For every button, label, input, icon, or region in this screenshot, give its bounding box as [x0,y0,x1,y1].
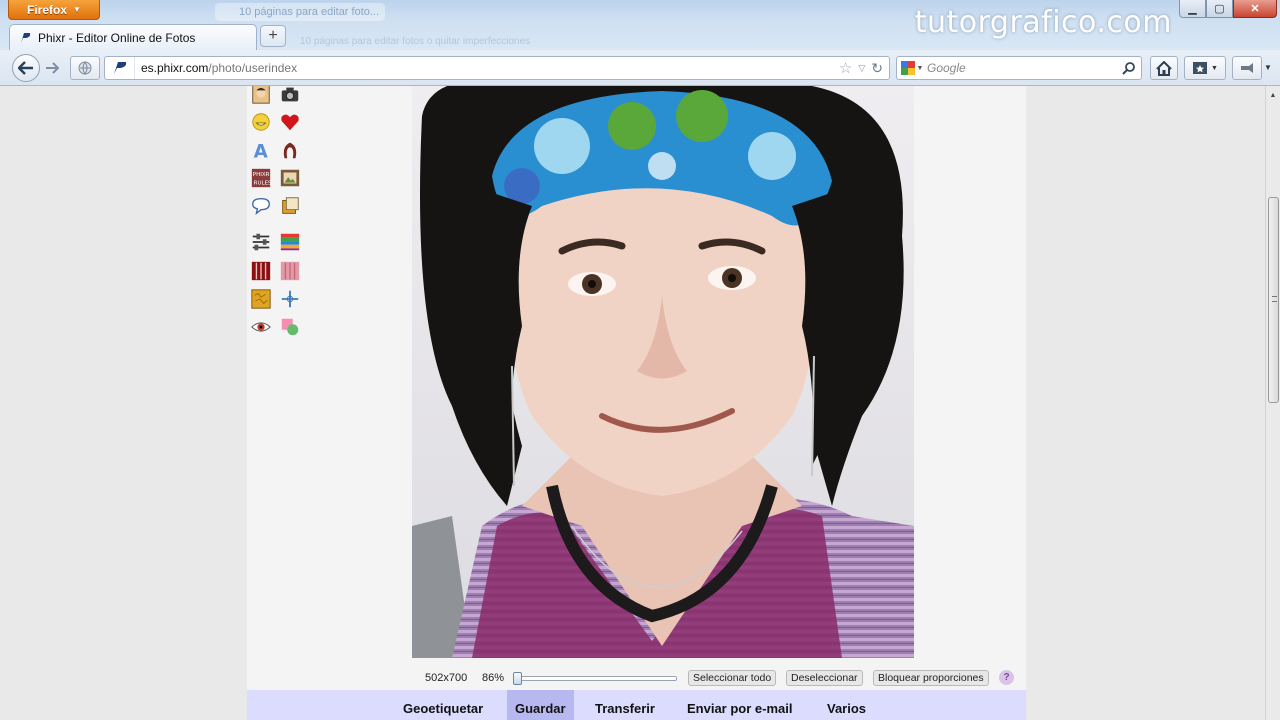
search-input[interactable]: Google [927,61,1117,75]
camera-tool-icon[interactable] [278,86,302,106]
reload-icon[interactable]: ↻ [871,60,883,77]
adjust-sliders-tool-icon[interactable] [249,230,273,254]
smiley-tool-icon[interactable] [249,110,273,134]
chevron-down-icon: ▼ [73,5,81,14]
bars-filter-tool-icon[interactable] [249,259,273,283]
watermark: tutorgrafico.com [914,5,1172,40]
picture-frame-tool-icon[interactable] [278,166,302,190]
minimize-icon: ▁ [1188,3,1197,15]
background-tab[interactable]: 10 páginas para editar foto... [215,3,385,21]
web-page: A PHIXR RULES 502x700 86% Seleccionar to… [0,86,1265,720]
crosshair-tool-icon[interactable] [278,287,302,311]
search-engine-selector[interactable]: ▼ [897,61,927,75]
minimize-button[interactable]: ▁ [1179,0,1206,18]
portrait-photo [412,86,914,658]
new-tab-button[interactable]: + [260,25,286,47]
color-stripes-tool-icon[interactable] [278,230,302,254]
background-tab-title: 10 páginas para editar foto... [239,6,380,18]
home-icon [1156,60,1172,76]
phixr-rules-tool-icon[interactable]: PHIXR RULES [249,166,273,190]
site-identity-button[interactable] [70,56,100,80]
shapes-tool-icon[interactable] [278,315,302,339]
face-tool-icon[interactable] [249,86,273,106]
menu-email[interactable]: Enviar por e-mail [687,690,792,720]
maximize-button[interactable]: ▢ [1206,0,1233,18]
zoom-percent: 86% [482,672,505,684]
select-all-button[interactable]: Seleccionar todo [688,670,777,686]
phixr-favicon-icon [18,31,32,45]
puzzle-icon [1241,63,1253,73]
pink-bars-filter-tool-icon[interactable] [278,259,302,283]
zoom-slider[interactable] [513,672,677,685]
back-button[interactable] [12,54,40,82]
scroll-up-icon[interactable]: ▲ [1266,88,1280,102]
speech-bubble-tool-icon[interactable] [249,194,273,218]
photo-canvas[interactable] [412,86,914,658]
forward-button[interactable] [40,58,64,78]
deselect-button[interactable]: Deseleccionar [786,670,863,686]
globe-icon [78,61,92,75]
svg-text:PHIXR: PHIXR [253,172,270,178]
search-bar[interactable]: ▼ Google [896,56,1142,80]
tab-title: Phixr - Editor Online de Fotos [38,31,196,45]
svg-text:RULES: RULES [254,180,272,186]
hair-tool-icon[interactable] [278,138,302,162]
zoom-controls: 502x700 86% Seleccionar todo Deseleccion… [247,668,1026,688]
search-icon[interactable] [1117,61,1141,75]
forward-arrow-icon [46,62,59,74]
bookmark-star-icon[interactable]: ☆ [839,59,852,77]
menu-save[interactable]: Guardar [507,690,574,720]
page-scrollbar[interactable]: ▲ [1265,86,1280,720]
back-arrow-icon [18,61,33,75]
plus-icon: + [268,27,278,44]
phixr-editor: A PHIXR RULES 502x700 86% Seleccionar to… [247,86,1026,720]
heart-tool-icon[interactable] [278,110,302,134]
zoom-slider-handle[interactable] [513,672,522,685]
editor-menu-bar: Geoetiquetar Guardar Transferir Enviar p… [247,690,1026,720]
navigation-toolbar: es.phixr.com/photo/userindex ☆ ▽ ↻ ▼ Goo… [0,50,1280,86]
chevron-down-icon: ▼ [1211,64,1218,72]
home-button[interactable] [1150,56,1178,80]
url-dropdown-icon[interactable]: ▽ [858,63,865,74]
bookmarks-button[interactable]: ▼ [1184,56,1226,80]
phixr-site-icon [105,57,135,79]
toolbar-overflow-button[interactable]: ▼ [1264,63,1272,72]
red-eye-tool-icon[interactable] [249,315,273,339]
url-domain: es.phixr.com [141,61,209,75]
close-icon: ✕ [1250,3,1260,15]
bookmarks-icon [1193,62,1208,74]
url-path: /photo/userindex [208,61,298,75]
lock-proportions-button[interactable]: Bloquear proporciones [873,670,989,686]
menu-transfer[interactable]: Transferir [595,690,655,720]
menu-geotag[interactable]: Geoetiquetar [403,690,483,720]
texture-tool-icon[interactable] [249,287,273,311]
close-window-button[interactable]: ✕ [1233,0,1277,18]
title-bar: Firefox ▼ 10 páginas para editar foto...… [0,0,1280,51]
menu-misc[interactable]: Varios [827,690,866,720]
background-tab-subtitle: 10 páginas para editar fotos o quitar im… [300,36,531,47]
chevron-down-icon: ▼ [916,64,924,72]
address-bar[interactable]: es.phixr.com/photo/userindex ☆ ▽ ↻ [104,56,890,80]
layers-tool-icon[interactable] [278,194,302,218]
firefox-menu-button[interactable]: Firefox ▼ [8,0,100,20]
maximize-icon: ▢ [1214,3,1225,15]
image-dimensions: 502x700 [425,672,468,684]
text-tool-icon[interactable]: A [249,138,273,162]
tab-phixr[interactable]: Phixr - Editor Online de Fotos [9,24,257,51]
svg-text:A: A [254,141,269,161]
scrollbar-thumb[interactable] [1268,197,1279,403]
firefox-menu-label: Firefox [27,2,68,17]
help-button[interactable]: ? [999,670,1014,685]
google-icon [900,61,915,75]
grip-icon [1272,296,1277,302]
url-text[interactable]: es.phixr.com/photo/userindex [135,61,839,75]
addon-button[interactable] [1232,56,1262,80]
